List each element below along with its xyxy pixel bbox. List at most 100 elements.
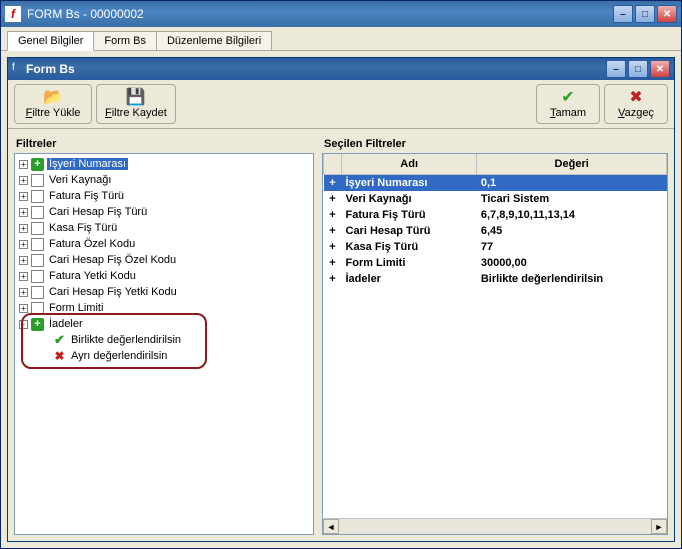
scroll-right-icon[interactable]: ► [651, 519, 667, 534]
checkbox-unchecked-icon [31, 190, 44, 203]
toolbar: 📂 Filtre Yükle 💾 Filtre Kaydet ✔ Tamam ✖… [8, 80, 674, 129]
table-row[interactable]: +Cari Hesap Türü6,45 [324, 223, 667, 239]
expander-icon[interactable]: - [19, 320, 28, 329]
row-value: 6,7,8,9,10,11,13,14 [477, 207, 667, 223]
minimize-button[interactable]: – [613, 5, 633, 23]
plus-icon: + [31, 318, 44, 331]
row-value: 30000,00 [477, 255, 667, 271]
row-value: Birlikte değerlendirilsin [477, 271, 667, 287]
expander-icon[interactable]: + [19, 160, 28, 169]
ok-label: Tamam [550, 107, 586, 119]
tree-item[interactable]: + Veri Kaynağı [15, 172, 313, 188]
filters-header: Filtreler [14, 135, 314, 153]
plus-icon: + [31, 158, 44, 171]
content-area: f Form Bs – □ ✕ 📂 Filtre Yükle 💾 Filtre … [1, 51, 681, 548]
expander-icon[interactable]: + [19, 208, 28, 217]
window-title: FORM Bs - 00000002 [27, 7, 613, 21]
inner-minimize-button[interactable]: – [606, 60, 626, 78]
row-expander[interactable]: + [324, 191, 342, 207]
row-expander[interactable]: + [324, 239, 342, 255]
expander-icon[interactable]: + [19, 304, 28, 313]
cancel-button[interactable]: ✖ Vazgeç [604, 84, 668, 124]
expander-icon[interactable]: + [19, 272, 28, 281]
filter-save-button[interactable]: 💾 Filtre Kaydet [96, 84, 176, 124]
expander-icon[interactable]: + [19, 224, 28, 233]
row-name: Form Limiti [342, 255, 477, 271]
filter-save-label: Filtre Kaydet [105, 107, 167, 119]
checkbox-unchecked-icon [31, 270, 44, 283]
row-expander[interactable]: + [324, 223, 342, 239]
expander-icon[interactable]: + [19, 288, 28, 297]
cancel-icon: ✖ [629, 90, 642, 106]
tree-item[interactable]: ++İşyeri Numarası [15, 156, 313, 172]
table-row[interactable]: +Veri KaynağıTicari Sistem [324, 191, 667, 207]
table-row[interactable]: +Fatura Fiş Türü6,7,8,9,10,11,13,14 [324, 207, 667, 223]
table-row[interactable]: +Form Limiti30000,00 [324, 255, 667, 271]
tree-item[interactable]: +Fatura Fiş Türü [15, 188, 313, 204]
checkbox-unchecked-icon [31, 286, 44, 299]
row-expander[interactable]: + [324, 255, 342, 271]
checkbox-unchecked-icon [31, 206, 44, 219]
col-name[interactable]: Adı [342, 154, 477, 175]
tree-item[interactable]: +Cari Hesap Fiş Özel Kodu [15, 252, 313, 268]
filters-tree[interactable]: ++İşyeri Numarası+Veri Kaynağı+Fatura Fi… [14, 153, 314, 535]
col-expand [324, 154, 342, 175]
expander-icon[interactable]: + [19, 192, 28, 201]
x-icon: ✖ [53, 350, 66, 363]
scroll-left-icon[interactable]: ◄ [323, 519, 339, 534]
check-icon: ✔ [561, 90, 574, 106]
horizontal-scrollbar[interactable]: ◄ ► [323, 518, 667, 534]
inner-maximize-button[interactable]: □ [628, 60, 648, 78]
tree-item[interactable]: +Fatura Yetki Kodu [15, 268, 313, 284]
tree-label: Ayrı değerlendirilsin [69, 350, 169, 362]
table-row[interactable]: +İadelerBirlikte değerlendirilsin [324, 271, 667, 287]
row-name: İşyeri Numarası [342, 175, 477, 191]
row-expander[interactable]: + [324, 271, 342, 287]
tree-item[interactable]: +Fatura Özel Kodu [15, 236, 313, 252]
tree-subitem[interactable]: ✔Birlikte değerlendirilsin [37, 332, 313, 348]
tab-genel-bilgiler[interactable]: Genel Bilgiler [7, 31, 94, 51]
row-name: İadeler [342, 271, 477, 287]
close-button[interactable]: ✕ [657, 5, 677, 23]
ok-button[interactable]: ✔ Tamam [536, 84, 600, 124]
inner-window: f Form Bs – □ ✕ 📂 Filtre Yükle 💾 Filtre … [7, 57, 675, 542]
row-expander[interactable]: + [324, 207, 342, 223]
tree-item-iadeler[interactable]: -+İadeler [15, 316, 313, 332]
expander-icon[interactable]: + [19, 176, 28, 185]
selected-filters-body: Adı Değeri +İşyeri Numarası0,1+Veri Kayn… [322, 153, 668, 535]
filter-load-button[interactable]: 📂 Filtre Yükle [14, 84, 92, 124]
tab-bar: Genel Bilgiler Form Bs Düzenleme Bilgile… [1, 27, 681, 51]
tree-label: Cari Hesap Fiş Türü [47, 206, 149, 218]
selected-filters-header: Seçilen Filtreler [322, 135, 668, 153]
tree-item[interactable]: +Kasa Fiş Türü [15, 220, 313, 236]
row-name: Veri Kaynağı [342, 191, 477, 207]
tree-label: Veri Kaynağı [47, 174, 113, 186]
table-row[interactable]: +İşyeri Numarası0,1 [324, 175, 667, 191]
tab-duzenleme-bilgileri[interactable]: Düzenleme Bilgileri [156, 31, 272, 50]
tree-item[interactable]: + Cari Hesap Fiş Türü [15, 204, 313, 220]
tab-form-bs[interactable]: Form Bs [93, 31, 157, 50]
inner-window-controls: – □ ✕ [606, 60, 670, 78]
expander-icon[interactable]: + [19, 240, 28, 249]
tree-subitem[interactable]: ✖Ayrı değerlendirilsin [37, 348, 313, 364]
tree-item[interactable]: +Form Limiti [15, 300, 313, 316]
checkbox-unchecked-icon [31, 302, 44, 315]
expander-icon[interactable]: + [19, 256, 28, 265]
col-value[interactable]: Değeri [477, 154, 667, 175]
row-value: 0,1 [477, 175, 667, 191]
row-value: 77 [477, 239, 667, 255]
row-value: Ticari Sistem [477, 191, 667, 207]
filter-load-label: Filtre Yükle [26, 107, 81, 119]
row-name: Fatura Fiş Türü [342, 207, 477, 223]
tree-label: İadeler [47, 318, 85, 330]
inner-close-button[interactable]: ✕ [650, 60, 670, 78]
row-expander[interactable]: + [324, 175, 342, 191]
tree-item[interactable]: +Cari Hesap Fiş Yetki Kodu [15, 284, 313, 300]
toolbar-spacer [180, 84, 532, 124]
check-icon: ✔ [53, 334, 66, 347]
maximize-button[interactable]: □ [635, 5, 655, 23]
inner-titlebar: f Form Bs – □ ✕ [8, 58, 674, 80]
selected-filters-table[interactable]: Adı Değeri +İşyeri Numarası0,1+Veri Kayn… [323, 154, 667, 287]
table-row[interactable]: +Kasa Fiş Türü77 [324, 239, 667, 255]
checkbox-unchecked-icon [31, 174, 44, 187]
